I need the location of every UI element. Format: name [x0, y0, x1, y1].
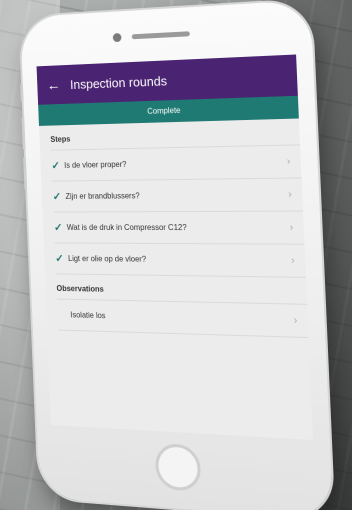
step-row-extinguishers[interactable]: ✓ Zijn er brandblussers? ›: [52, 177, 303, 212]
chevron-right-icon: ›: [290, 254, 295, 267]
chevron-right-icon: ›: [286, 155, 291, 168]
phone-screen: ← Inspection rounds Complete Steps ✓ Is …: [36, 54, 314, 440]
chevron-right-icon: ›: [288, 188, 293, 201]
volume-down-button: [23, 156, 28, 190]
step-row-floor-clean[interactable]: ✓ Is de vloer proper? ›: [50, 144, 302, 181]
volume-up-button: [21, 116, 26, 150]
earpiece-speaker: [131, 31, 190, 40]
check-icon: ✓: [52, 191, 62, 203]
step-row-compressor-pressure[interactable]: ✓ Wat is de druk in Compressor C12? ›: [53, 210, 305, 244]
check-icon: ✓: [51, 160, 61, 172]
observation-label: Isolatie los: [70, 310, 106, 321]
back-arrow-icon[interactable]: ←: [37, 76, 70, 94]
mute-switch: [20, 84, 24, 102]
phone-mockup-area: ← Inspection rounds Complete Steps ✓ Is …: [0, 0, 352, 510]
step-row-oil-on-floor[interactable]: ✓ Ligt er olie op de vloer? ›: [54, 242, 306, 277]
chevron-right-icon: ›: [289, 221, 294, 234]
step-label: Wat is de druk in Compressor C12?: [66, 223, 187, 233]
home-button[interactable]: [154, 442, 202, 492]
step-label: Is de vloer proper?: [64, 159, 127, 170]
step-label: Zijn er brandblussers?: [65, 191, 140, 201]
front-camera: [112, 32, 122, 43]
page-title: Inspection rounds: [69, 72, 168, 92]
check-icon: ✓: [55, 253, 64, 265]
chevron-right-icon: ›: [293, 314, 298, 327]
phone-device: ← Inspection rounds Complete Steps ✓ Is …: [20, 0, 334, 510]
step-label: Ligt er olie op de vloer?: [67, 254, 147, 264]
check-icon: ✓: [53, 222, 63, 234]
